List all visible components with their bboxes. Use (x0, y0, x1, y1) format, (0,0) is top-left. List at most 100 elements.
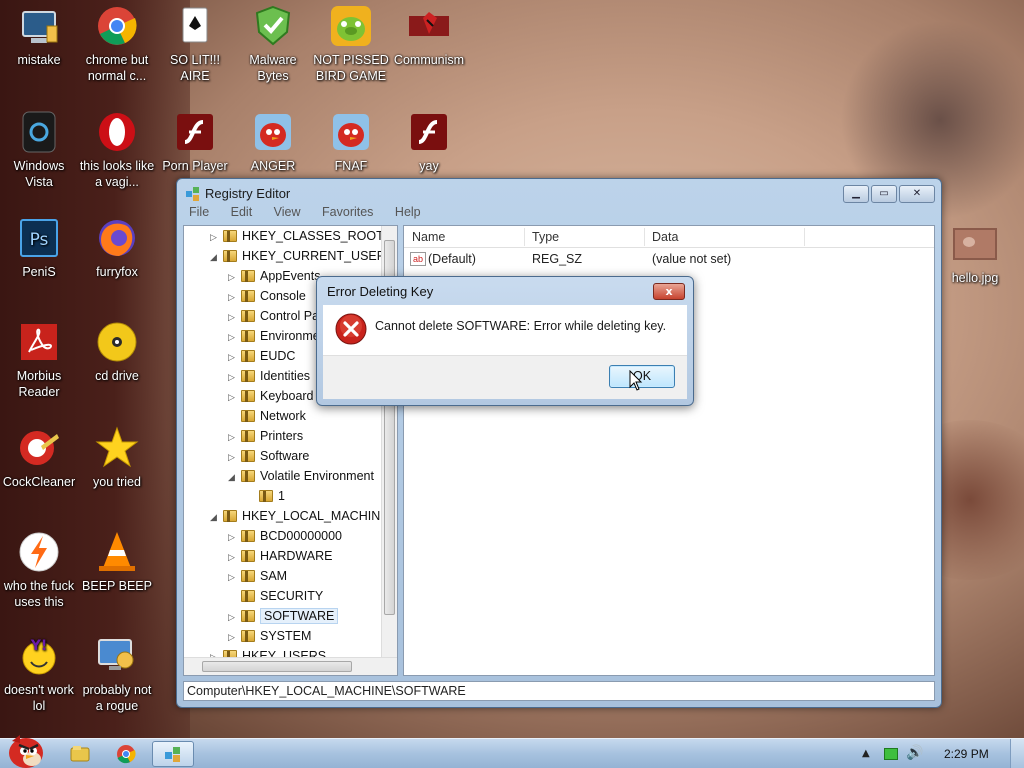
column-type[interactable]: Type (532, 230, 559, 244)
tree-node-label: 1 (278, 489, 285, 503)
show-desktop-button[interactable] (1010, 739, 1024, 768)
menu-view[interactable]: View (274, 205, 301, 219)
tree-node[interactable]: ◢ Volatile Environment (228, 466, 374, 486)
desktop-icon[interactable]: FNAF (312, 110, 390, 174)
tree-node[interactable]: ▷ SAM (228, 566, 287, 586)
tree-horizontal-scrollbar[interactable] (184, 657, 397, 675)
expander-icon[interactable]: ▷ (228, 447, 238, 467)
chrome-taskbar-icon[interactable] (108, 741, 144, 767)
tree-node[interactable]: SECURITY (228, 586, 323, 606)
maximize-button[interactable]: ▭ (871, 185, 897, 203)
tree-node[interactable]: Network (228, 406, 306, 426)
folder-icon (241, 330, 255, 342)
explorer-taskbar-icon[interactable] (62, 741, 98, 767)
tree-node[interactable]: 1 (246, 486, 285, 506)
expander-icon[interactable]: ▷ (228, 387, 238, 407)
expander-icon[interactable]: ▷ (228, 307, 238, 327)
scroll-thumb[interactable] (202, 661, 352, 672)
tree-node[interactable]: ▷ Printers (228, 426, 303, 446)
expander-icon[interactable]: ▷ (228, 267, 238, 287)
desktop-icon[interactable]: mistake (0, 4, 78, 68)
expander-icon[interactable]: ▷ (228, 367, 238, 387)
string-value-icon: ab (410, 252, 426, 266)
folder-icon (241, 370, 255, 382)
desktop-icon[interactable]: Malware Bytes (234, 4, 312, 84)
expander-icon[interactable]: ▷ (228, 327, 238, 347)
desktop-icon[interactable]: Windows Vista (0, 110, 78, 190)
value-type: REG_SZ (532, 252, 583, 266)
tree-node[interactable]: ▷ BCD00000000 (228, 526, 342, 546)
taskbar-clock[interactable]: 2:29 PM (944, 747, 989, 761)
menu-favorites[interactable]: Favorites (322, 205, 373, 219)
desktop-icon[interactable]: you tried (78, 426, 156, 490)
desktop-icon[interactable]: hello.jpg (936, 222, 1014, 286)
desktop-icon[interactable]: cd drive (78, 320, 156, 384)
menu-file[interactable]: File (189, 205, 209, 219)
expander-icon[interactable]: ◢ (210, 247, 220, 267)
registry-editor-icon (186, 187, 199, 201)
desktop-icon[interactable]: SO LIT!!! AIRE (156, 4, 234, 84)
tree-node[interactable]: ▷ AppEvents (228, 266, 320, 286)
desktop-icon[interactable]: NOT PISSED BIRD GAME (312, 4, 390, 84)
expander-icon[interactable]: ▷ (228, 287, 238, 307)
desktop-icon[interactable]: who the fuck uses this (0, 530, 78, 610)
tree-node[interactable]: ▷ HKEY_CLASSES_ROOT (210, 226, 384, 246)
tree-node[interactable]: ▷ HARDWARE (228, 546, 332, 566)
expander-icon[interactable]: ▷ (228, 427, 238, 447)
tree-node[interactable]: ▷ EUDC (228, 346, 295, 366)
volume-icon[interactable]: 🔊 (906, 745, 923, 761)
minimize-button[interactable]: ▁ (843, 185, 869, 203)
desktop-icon[interactable]: yay (390, 110, 468, 174)
tree-node-label: SECURITY (260, 589, 324, 603)
desktop-icon[interactable]: furryfox (78, 216, 156, 280)
desktop-icon[interactable]: chrome but normal c... (78, 4, 156, 84)
desktop-icon[interactable]: Communism (390, 4, 468, 68)
tree-node[interactable]: ▷ Identities (228, 366, 310, 386)
registry-editor-taskbar-button[interactable] (152, 741, 194, 767)
folder-icon (241, 390, 255, 402)
menu-edit[interactable]: Edit (231, 205, 253, 219)
vlc-cone-icon (99, 532, 135, 571)
desktop-icon[interactable]: this looks like a vagi... (78, 110, 156, 190)
desktop-icon[interactable]: BEEP BEEP (78, 530, 156, 594)
menu-help[interactable]: Help (395, 205, 421, 219)
column-data[interactable]: Data (652, 230, 678, 244)
close-button[interactable]: ✕ (899, 185, 935, 203)
folder-icon (241, 530, 255, 542)
tree-node[interactable]: ◢ HKEY_LOCAL_MACHINE (210, 506, 389, 526)
tree-node-label: HKEY_CURRENT_USER (242, 249, 386, 263)
desktop-icon[interactable]: probably not a rogue (78, 634, 156, 714)
expander-icon[interactable]: ◢ (228, 467, 238, 487)
value-row[interactable]: ab (Default) REG_SZ (value not set) (404, 252, 934, 270)
dialog-close-button[interactable]: x (653, 283, 685, 300)
battery-icon[interactable] (884, 748, 898, 760)
registry-editor-icon (165, 747, 180, 762)
expander-icon[interactable]: ◢ (210, 507, 220, 527)
expander-icon[interactable]: ▷ (228, 607, 238, 627)
column-name[interactable]: Name (412, 230, 445, 244)
expander-icon[interactable]: ▷ (228, 627, 238, 647)
expander-icon[interactable]: ▷ (210, 227, 220, 247)
desktop-icon[interactable]: Morbius Reader (0, 320, 78, 400)
desktop-icon-label: FNAF (334, 159, 368, 173)
desktop-icon[interactable]: Ps PeniS (0, 216, 78, 280)
expander-icon[interactable]: ▷ (228, 547, 238, 567)
start-button-angry-bird-icon[interactable] (2, 733, 48, 768)
dialog-title: Error Deleting Key (327, 284, 434, 299)
desktop-icon[interactable]: CockCleaner (0, 426, 78, 490)
tree-node[interactable]: ▷ SYSTEM (228, 626, 311, 646)
tree-node[interactable]: ▷ Environment (228, 326, 330, 346)
show-hidden-icons-icon[interactable]: ▲ (862, 748, 870, 759)
expander-icon[interactable]: ▷ (228, 347, 238, 367)
tree-node[interactable]: ◢ HKEY_CURRENT_USER (210, 246, 386, 266)
desktop-icon[interactable]: Y! doesn't work lol (0, 634, 78, 714)
expander-icon[interactable]: ▷ (228, 527, 238, 547)
expander-icon[interactable]: ▷ (228, 567, 238, 587)
tree-node[interactable]: ▷ Console (228, 286, 306, 306)
tree-node-label: HARDWARE (260, 549, 333, 563)
desktop-icon[interactable]: Porn Player (156, 110, 234, 174)
desktop-icon-label: you tried (93, 475, 141, 489)
tree-node[interactable]: ▷ SOFTWARE (228, 606, 339, 627)
tree-node[interactable]: ▷ Software (228, 446, 309, 466)
desktop-icon[interactable]: ANGER (234, 110, 312, 174)
